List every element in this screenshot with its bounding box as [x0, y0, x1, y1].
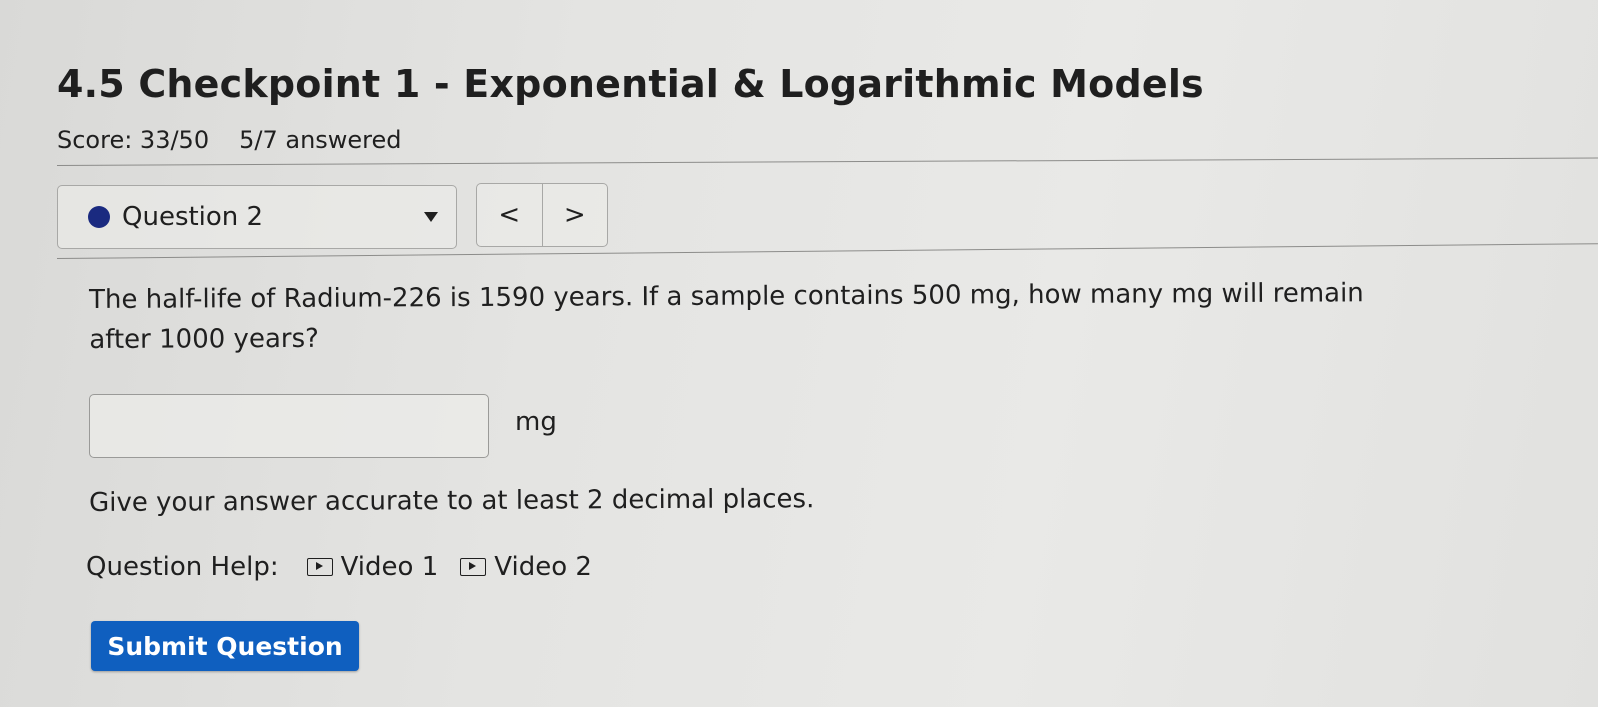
- assignment-page: 4.5 Checkpoint 1 - Exponential & Logarit…: [0, 0, 1598, 707]
- chevron-left-icon: <: [498, 200, 521, 230]
- answer-input[interactable]: [89, 394, 489, 458]
- next-question-button[interactable]: >: [543, 184, 608, 246]
- caret-down-icon: [424, 212, 438, 222]
- score-summary: Score: 33/50 5/7 answered: [57, 126, 402, 154]
- page-title: 4.5 Checkpoint 1 - Exponential & Logarit…: [57, 62, 1204, 106]
- video-icon: [460, 558, 487, 576]
- answered-count: 5/7 answered: [239, 126, 402, 154]
- question-help: Question Help: Video 1 Video 2: [86, 552, 614, 582]
- answer-instruction: Give your answer accurate to at least 2 …: [89, 484, 815, 518]
- chevron-right-icon: >: [563, 200, 586, 230]
- question-nav-buttons: < >: [476, 183, 608, 247]
- previous-question-button[interactable]: <: [477, 184, 543, 246]
- video-2-link[interactable]: Video 2: [460, 552, 592, 582]
- question-selector-label: Question 2: [122, 202, 264, 232]
- question-status-dot: [88, 206, 110, 228]
- video-1-link[interactable]: Video 1: [306, 552, 439, 582]
- submit-question-button[interactable]: Submit Question: [91, 621, 359, 671]
- score-text: Score: 33/50: [57, 126, 210, 154]
- question-text: The half-life of Radium-226 is 1590 year…: [89, 278, 1364, 355]
- video-1-label: Video 1: [340, 552, 439, 582]
- question-help-label: Question Help:: [86, 552, 279, 582]
- divider-top: [56, 157, 1598, 166]
- video-icon: [306, 558, 333, 576]
- answer-unit: mg: [515, 407, 557, 437]
- question-selector[interactable]: Question 2: [57, 185, 457, 249]
- video-2-label: Video 2: [494, 552, 592, 582]
